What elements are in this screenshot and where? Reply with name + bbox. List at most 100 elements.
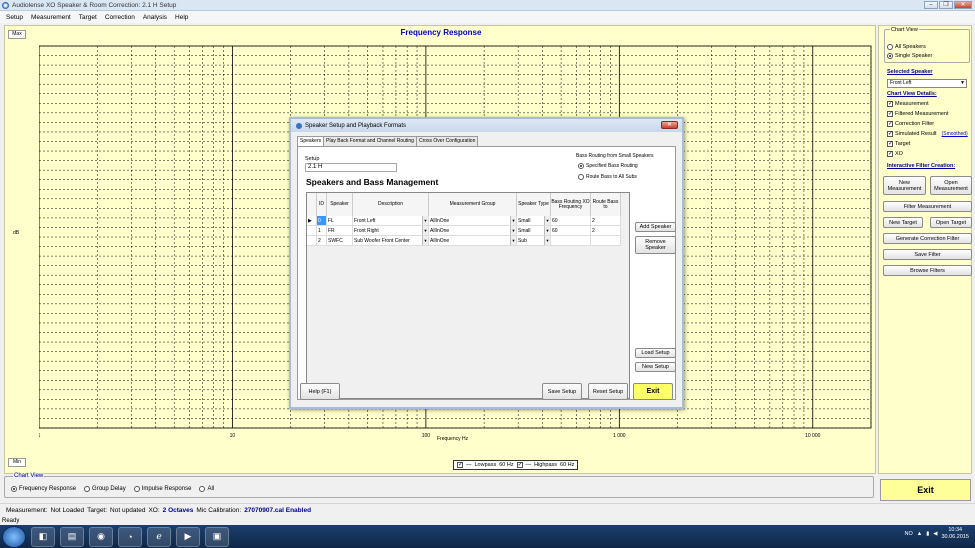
frequency-response-radio[interactable] (11, 486, 17, 492)
load-setup-button[interactable]: Load Setup (635, 348, 676, 358)
dialog-close-icon[interactable]: ✕ (661, 121, 678, 129)
smoothed-link[interactable]: (Smoothed) (942, 131, 968, 137)
reset-setup-button[interactable]: Reset Setup (588, 383, 628, 400)
filtered-measurement-checkbox[interactable] (887, 110, 893, 117)
main-exit-button[interactable]: Exit (880, 479, 971, 501)
all-speakers-option[interactable]: All Speakers (887, 44, 926, 50)
media-player-icon[interactable]: ▶ (176, 526, 200, 547)
remove-speaker-button[interactable]: Remove Speaker (635, 236, 676, 254)
frequency-response-option[interactable]: Frequency Response (11, 486, 76, 492)
save-disk-icon[interactable]: ▣ (205, 526, 229, 547)
cell-route-bass[interactable]: 2 (591, 226, 621, 236)
new-target-button[interactable]: New Target (883, 217, 923, 228)
single-speaker-radio[interactable] (887, 53, 893, 59)
impulse-response-option[interactable]: Impulse Response (133, 486, 191, 492)
all-option[interactable]: All (199, 486, 214, 492)
all-radio[interactable] (199, 486, 206, 492)
dialog-exit-button[interactable]: Exit (633, 383, 673, 400)
correction-filter-checkbox[interactable] (887, 120, 893, 127)
menu-correction[interactable]: Correction (105, 14, 135, 21)
dropdown-arrow-icon[interactable]: ▼ (544, 226, 550, 235)
route-all-subs-radio[interactable] (578, 174, 584, 180)
cell-xo-frequency[interactable]: 60 (551, 226, 591, 236)
new-measurement-button[interactable]: New Measurement (883, 176, 926, 195)
cell-id[interactable]: 2 (317, 236, 327, 246)
media-icon[interactable]: ◉ (89, 526, 113, 547)
tab-cross-over[interactable]: Cross Over Configuration (415, 136, 479, 146)
dropdown-arrow-icon[interactable]: ▼ (510, 216, 516, 225)
dropdown-arrow-icon[interactable]: ▼ (422, 226, 428, 235)
all-speakers-radio[interactable] (887, 44, 893, 50)
cell-route-bass[interactable] (591, 236, 621, 246)
group-delay-option[interactable]: Group Delay (84, 486, 126, 492)
cell-speaker[interactable]: FR (327, 226, 353, 236)
add-speaker-button[interactable]: Add Speaker (635, 222, 676, 232)
tray-arrow-icon[interactable]: ▲ (917, 531, 922, 537)
cell-description[interactable]: Front Right ▼ (353, 226, 429, 236)
detail-correction-filter[interactable]: Correction Filter (887, 120, 934, 127)
menu-analysis[interactable]: Analysis (143, 14, 167, 21)
tab-playback-format[interactable]: Play Back Format and Channel Routing (323, 136, 417, 146)
volume-icon[interactable]: ◀ (933, 531, 937, 537)
col-description[interactable]: Description (353, 193, 429, 216)
dropdown-arrow-icon[interactable]: ▼ (422, 216, 428, 225)
cell-speaker[interactable]: SWFC (327, 236, 353, 246)
table-row[interactable]: 2 SWFC Sub Woofer Front Center ▼ AllInOne… (307, 236, 621, 246)
group-delay-radio[interactable] (84, 486, 91, 492)
language-indicator[interactable]: NO (905, 531, 913, 537)
cell-id[interactable]: 0 (317, 216, 327, 226)
simulated-result-checkbox[interactable] (887, 130, 893, 137)
dropdown-arrow-icon[interactable]: ▼ (544, 216, 550, 225)
setup-name-field[interactable]: 2.1 H (305, 163, 397, 172)
network-icon[interactable]: ▮ (926, 531, 929, 537)
cell-speaker-type[interactable]: Small ▼ (517, 226, 551, 236)
detail-simulated-result[interactable]: Simulated Result (Smoothed) (887, 130, 968, 137)
single-speaker-option[interactable]: Single Speaker (887, 53, 932, 59)
dropdown-arrow-icon[interactable]: ▼ (510, 236, 516, 245)
browser-icon[interactable]: ℯ (147, 526, 171, 547)
menu-measurement[interactable]: Measurement (31, 14, 71, 21)
save-filter-button[interactable]: Save Filter (883, 249, 972, 260)
target-checkbox[interactable] (887, 140, 893, 147)
route-all-subs-option[interactable]: Route Bass to All Subs (578, 174, 637, 180)
audiolense-icon[interactable]: ◔ (118, 526, 142, 547)
browse-filters-button[interactable]: Browse Filters (883, 265, 972, 276)
xo-checkbox[interactable] (887, 150, 893, 157)
detail-measurement[interactable]: Measurement (887, 100, 929, 107)
dropdown-arrow-icon[interactable]: ▼ (510, 226, 516, 235)
start-button[interactable] (2, 525, 26, 548)
measurement-checkbox[interactable] (887, 100, 893, 107)
cell-route-bass[interactable]: 2 (591, 216, 621, 226)
col-route-bass[interactable]: Route Bass to (591, 193, 621, 216)
help-button[interactable]: Help (F1) (300, 383, 340, 400)
col-xo-frequency[interactable]: Bass Routing XO Frequency (551, 193, 591, 216)
detail-target[interactable]: Target (887, 140, 910, 147)
specified-bass-option[interactable]: Specified Bass Routing (578, 163, 638, 169)
col-speaker-type[interactable]: Speaker Type (517, 193, 551, 216)
selected-speaker-select[interactable]: Front Left ▼ (887, 79, 967, 88)
open-measurement-button[interactable]: Open Measurement (930, 176, 972, 195)
dropdown-arrow-icon[interactable]: ▼ (544, 236, 550, 245)
min-button[interactable]: Min (8, 458, 26, 467)
highpass-checkbox[interactable] (516, 461, 523, 468)
cell-id[interactable]: 1 (317, 226, 327, 236)
cell-description[interactable]: Front Left ▼ (353, 216, 429, 226)
cell-measurement-group[interactable]: AllInOne ▼ (429, 226, 517, 236)
table-row[interactable]: 1 FR Front Right ▼ AllInOne ▼ Small ▼ 60 2 (307, 226, 621, 236)
tab-speakers[interactable]: Speakers (297, 136, 325, 146)
cell-xo-frequency[interactable]: 60 (551, 216, 591, 226)
explorer-icon[interactable]: ◧ (31, 526, 55, 547)
open-target-button[interactable]: Open Target (930, 217, 972, 228)
specified-bass-radio[interactable] (578, 163, 584, 169)
detail-filtered-measurement[interactable]: Filtered Measurement (887, 110, 949, 117)
new-setup-button[interactable]: New Setup (635, 362, 676, 372)
minimize-button[interactable]: – (924, 1, 938, 9)
generate-correction-filter-button[interactable]: Generate Correction Filter (883, 233, 972, 244)
table-row[interactable]: ▶ 0 FL Front Left ▼ AllInOne ▼ Small ▼ 60 2 (307, 216, 621, 226)
dropdown-arrow-icon[interactable]: ▼ (422, 236, 428, 245)
cell-measurement-group[interactable]: AllInOne ▼ (429, 236, 517, 246)
cell-measurement-group[interactable]: AllInOne ▼ (429, 216, 517, 226)
clock[interactable]: 10:34 30.06.2015 (941, 527, 969, 541)
filter-measurement-button[interactable]: Filter Measurement (883, 201, 972, 212)
max-button[interactable]: Max (8, 30, 26, 39)
